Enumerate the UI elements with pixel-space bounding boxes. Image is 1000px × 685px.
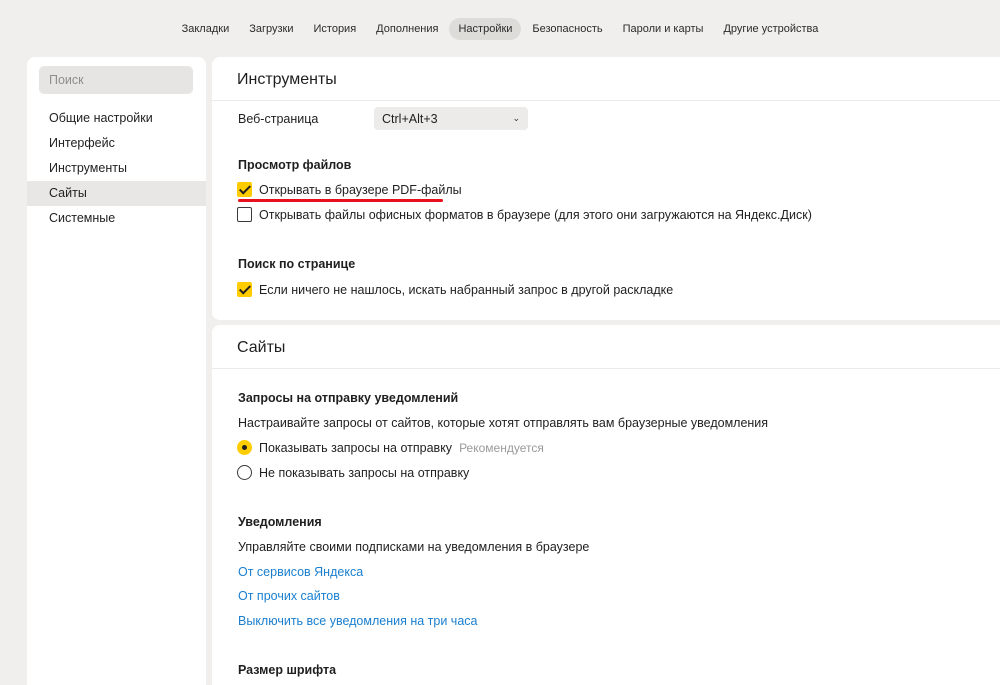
show-requests-radio[interactable] (237, 440, 252, 455)
tools-title: Инструменты (212, 57, 1000, 101)
hide-requests-radio[interactable] (237, 465, 252, 480)
show-requests-label: Показывать запросы на отправку (259, 440, 453, 455)
open-pdf-option[interactable]: Открывать в браузере PDF-файлы (237, 182, 462, 197)
tab-downloads[interactable]: Загрузки (240, 18, 302, 40)
settings-sidebar: Общие настройки Интерфейс Инструменты Са… (27, 57, 206, 685)
search-input[interactable] (39, 66, 193, 94)
notif-requests-description: Настраивайте запросы от сайтов, которые … (238, 416, 769, 430)
show-requests-option[interactable]: Показывать запросы на отправку Рекоменду… (237, 440, 544, 455)
hide-requests-label: Не показывать запросы на отправку (259, 465, 470, 480)
webpage-shortcut-row: Веб-страница Ctrl+Alt+3 ⌄ (238, 107, 528, 130)
page-search-option[interactable]: Если ничего не нашлось, искать набранный… (237, 282, 673, 297)
chevron-down-icon: ⌄ (512, 113, 520, 123)
hide-requests-option[interactable]: Не показывать запросы на отправку (237, 465, 469, 480)
tab-history[interactable]: История (305, 18, 366, 40)
open-office-label: Открывать файлы офисных форматов в брауз… (259, 207, 812, 222)
disable-notifications-link[interactable]: Выключить все уведомления на три часа (238, 614, 477, 628)
highlight-underline (238, 199, 443, 202)
open-pdf-checkbox[interactable] (237, 182, 252, 197)
open-office-option[interactable]: Открывать файлы офисных форматов в брауз… (237, 207, 812, 222)
tab-security[interactable]: Безопасность (523, 18, 611, 40)
page-search-label: Если ничего не нашлось, искать набранный… (259, 282, 674, 297)
notifications-description: Управляйте своими подписками на уведомле… (238, 540, 590, 554)
page-search-title: Поиск по странице (238, 257, 356, 271)
sidebar-item-general[interactable]: Общие настройки (27, 106, 206, 131)
sites-panel: Сайты Запросы на отправку уведомлений На… (212, 325, 1000, 685)
file-view-title: Просмотр файлов (238, 158, 352, 172)
other-sites-link[interactable]: От прочих сайтов (238, 589, 340, 603)
open-pdf-label: Открывать в браузере PDF-файлы (259, 182, 462, 197)
sidebar-item-system[interactable]: Системные (27, 206, 206, 231)
tab-bookmarks[interactable]: Закладки (173, 18, 239, 40)
webpage-shortcut-value: Ctrl+Alt+3 (382, 111, 438, 126)
page-search-checkbox[interactable] (237, 282, 252, 297)
notifications-title: Уведомления (238, 515, 322, 529)
recommended-hint: Рекомендуется (459, 440, 544, 455)
open-office-checkbox[interactable] (237, 207, 252, 222)
webpage-label: Веб-страница (238, 111, 319, 126)
tab-extensions[interactable]: Дополнения (367, 18, 447, 40)
sidebar-item-interface[interactable]: Интерфейс (27, 131, 206, 156)
tab-passwords-cards[interactable]: Пароли и карты (614, 18, 713, 40)
tab-other-devices[interactable]: Другие устройства (714, 18, 827, 40)
sidebar-item-tools[interactable]: Инструменты (27, 156, 206, 181)
tab-settings[interactable]: Настройки (449, 18, 522, 40)
sidebar-nav: Общие настройки Интерфейс Инструменты Са… (27, 106, 206, 231)
sidebar-item-sites[interactable]: Сайты (27, 181, 206, 206)
tools-panel: Инструменты Веб-страница Ctrl+Alt+3 ⌄ Пр… (212, 57, 1000, 320)
notif-requests-title: Запросы на отправку уведомлений (238, 391, 459, 405)
settings-top-nav: Закладки Загрузки История Дополнения Нас… (0, 18, 1000, 40)
font-size-title: Размер шрифта (238, 663, 337, 677)
sites-title: Сайты (212, 325, 1000, 369)
yandex-services-link[interactable]: От сервисов Яндекса (238, 565, 363, 579)
webpage-shortcut-select[interactable]: Ctrl+Alt+3 ⌄ (374, 107, 528, 130)
